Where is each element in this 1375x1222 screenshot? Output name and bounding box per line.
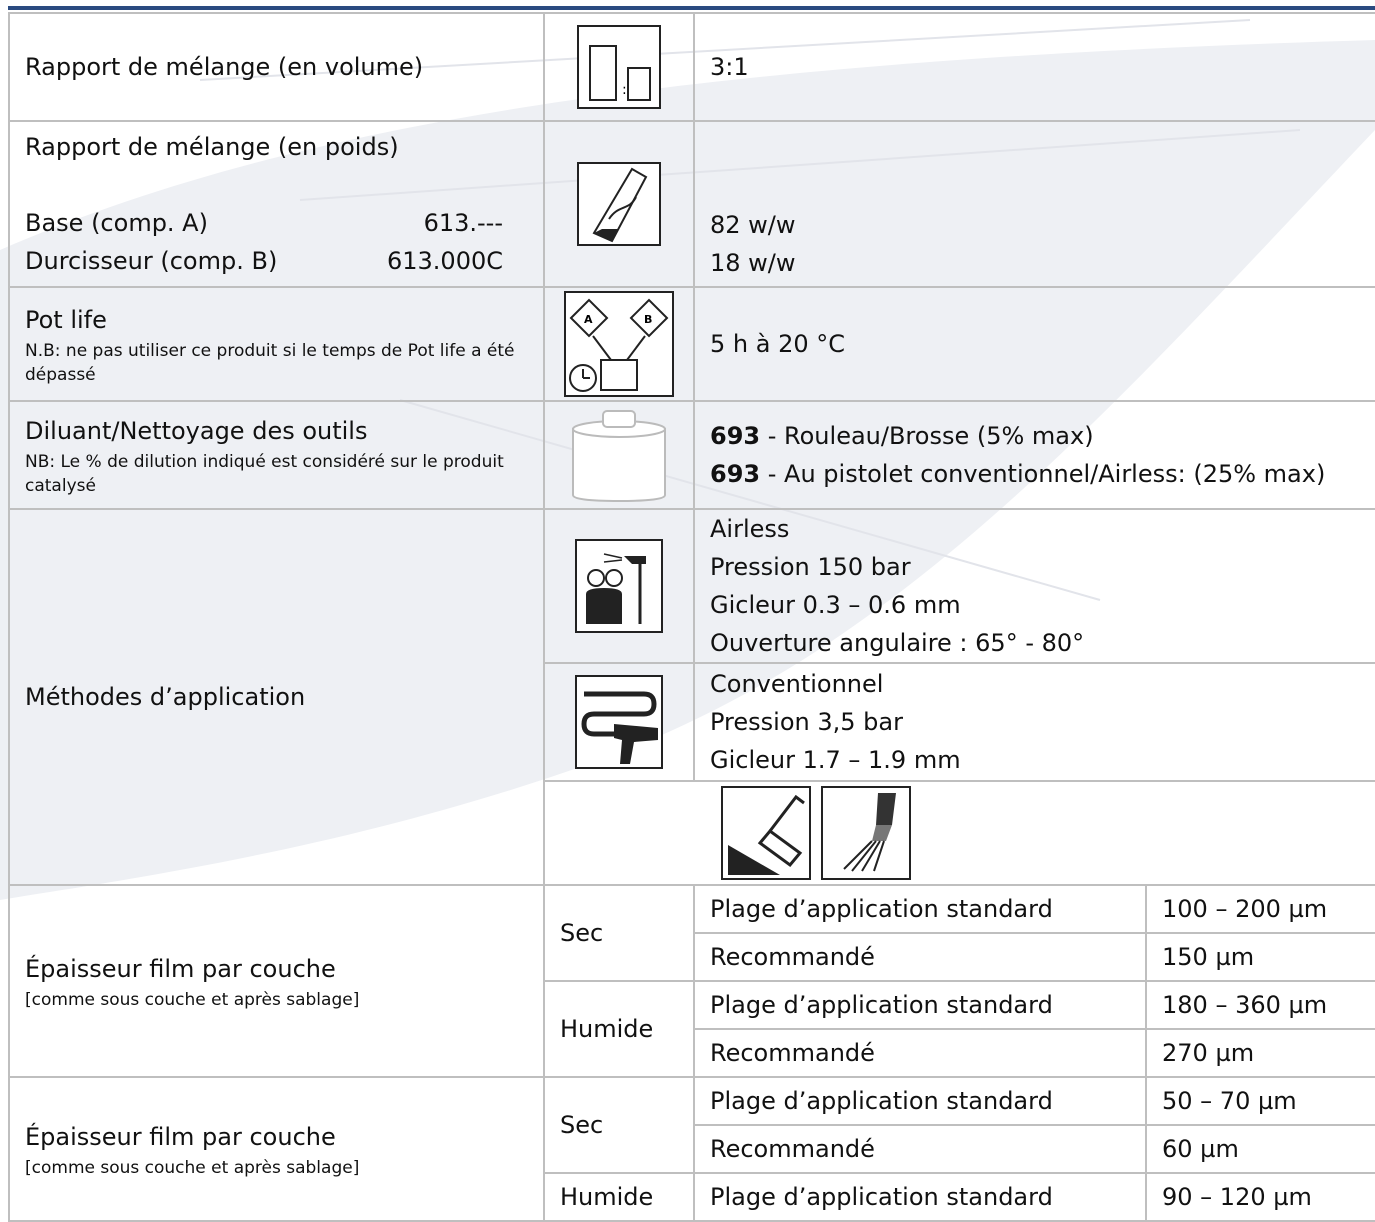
airless-line-4: Ouverture angulaire : 65° - 80°	[710, 629, 1085, 657]
thickness2-dry-rec-value: 60 µm	[1145, 1124, 1375, 1174]
thickness2-wet-label: Humide	[543, 1172, 695, 1222]
thickness2-dry-rec-name: Recommandé	[693, 1124, 1147, 1174]
header-rule	[8, 6, 1375, 10]
row-pot-life: Pot life N.B: ne pas utiliser ce produit…	[8, 286, 1375, 402]
airless-spray-icon	[543, 508, 695, 664]
base-label: Base (comp. A)	[25, 209, 208, 237]
spec-sheet: Rapport de mélange (en volume) : 3:1 Rap…	[8, 12, 1375, 1222]
header-bar	[8, 0, 1375, 12]
airless-line-1: Airless	[710, 515, 790, 543]
tools-cell	[543, 780, 1375, 886]
conventional-line-3: Gicleur 1.7 – 1.9 mm	[710, 746, 961, 774]
hardener-row: Durcisseur (comp. B) 613.000C	[25, 242, 542, 280]
row-mix-weight: Rapport de mélange (en poids) Base (comp…	[8, 120, 1375, 288]
thinner-label: Diluant/Nettoyage des outils	[25, 417, 368, 445]
application-table: Rapport de mélange (en volume) : 3:1 Rap…	[8, 12, 1375, 1222]
thickness2-note: [comme sous couche et après sablage]	[25, 1158, 360, 1178]
mix-weight-label: Rapport de mélange (en poids)	[25, 133, 399, 161]
pot-life-cell: Pot life N.B: ne pas utiliser ce produit…	[8, 286, 545, 402]
row-methods-airless: Méthodes d’application Airless Pression …	[8, 508, 1375, 886]
thickness1-wet-std-name: Plage d’application standard	[693, 980, 1147, 1030]
mix-volume-value: 3:1	[693, 12, 1375, 122]
airless-line-3: Gicleur 0.3 – 0.6 mm	[710, 591, 961, 619]
row-mix-volume: Rapport de mélange (en volume) : 3:1	[8, 12, 1375, 122]
base-value: 82 w/w	[710, 211, 796, 239]
conventional-values: Conventionnel Pression 3,5 bar Gicleur 1…	[693, 662, 1375, 782]
airless-line-2: Pression 150 bar	[710, 553, 911, 581]
hardener-label: Durcisseur (comp. B)	[25, 247, 278, 275]
thinner-note: NB: Le % de dilution indiqué est considé…	[25, 452, 504, 496]
base-code: 613.---	[423, 209, 503, 237]
svg-text::: :	[622, 82, 627, 98]
brush-icon	[821, 786, 911, 880]
thinner-values: 693 - Rouleau/Brosse (5% max) 693 - Au p…	[693, 400, 1375, 510]
thickness1-label: Épaisseur film par couche	[25, 955, 336, 983]
svg-text:A: A	[584, 313, 593, 326]
pot-life-value: 5 h à 20 °C	[693, 286, 1375, 402]
row-thinner: Diluant/Nettoyage des outils NB: Le % de…	[8, 400, 1375, 510]
thinner-line-1-code: 693	[710, 422, 761, 450]
pot-life-note: N.B: ne pas utiliser ce produit si le te…	[25, 341, 515, 385]
mix-volume-label: Rapport de mélange (en volume)	[8, 12, 545, 122]
svg-text:B: B	[644, 313, 652, 326]
methods-label: Méthodes d’application	[8, 508, 545, 886]
airless-values: Airless Pression 150 bar Gicleur 0.3 – 0…	[693, 508, 1375, 664]
thinner-line-2-code: 693	[710, 460, 761, 488]
row-thickness1-dry-std: Épaisseur film par couche [comme sous co…	[8, 884, 1375, 1078]
hardener-value: 18 w/w	[710, 249, 796, 277]
thickness1-cell: Épaisseur film par couche [comme sous co…	[8, 884, 545, 1078]
thickness1-wet-rec-value: 270 µm	[1145, 1028, 1375, 1078]
thickness2-dry-std-value: 50 – 70 µm	[1145, 1076, 1375, 1126]
weight-ratio-icon	[543, 120, 695, 288]
thickness2-dry-label: Sec	[543, 1076, 695, 1174]
hardener-code: 613.000C	[386, 247, 503, 275]
thinner-line-1: 693 - Rouleau/Brosse (5% max)	[710, 417, 1374, 455]
thickness1-dry-std-value: 100 – 200 µm	[1145, 884, 1375, 934]
tools-icons	[546, 785, 1374, 881]
thinner-can-icon	[543, 400, 695, 510]
thinner-cell: Diluant/Nettoyage des outils NB: Le % de…	[8, 400, 545, 510]
pot-life-label: Pot life	[25, 306, 107, 334]
thickness1-dry-label: Sec	[543, 884, 695, 982]
mix-weight-cell: Rapport de mélange (en poids) Base (comp…	[8, 120, 545, 288]
thickness1-dry-rec-value: 150 µm	[1145, 932, 1375, 982]
thickness1-wet-std-value: 180 – 360 µm	[1145, 980, 1375, 1030]
mix-weight-values: 82 w/w 18 w/w	[693, 120, 1375, 288]
row-thickness2-dry-std: Épaisseur film par couche [comme sous co…	[8, 1076, 1375, 1222]
base-row: Base (comp. A) 613.---	[25, 204, 542, 242]
volume-ratio-icon: :	[543, 12, 695, 122]
thickness1-dry-rec-name: Recommandé	[693, 932, 1147, 982]
thinner-line-2-text: - Au pistolet conventionnel/Airless: (25…	[760, 460, 1326, 488]
thickness2-wet-std-value: 90 – 120 µm	[1145, 1172, 1375, 1222]
conventional-spray-icon	[543, 662, 695, 782]
roller-icon	[721, 786, 811, 880]
thinner-line-1-text: - Rouleau/Brosse (5% max)	[760, 422, 1094, 450]
thickness1-note: [comme sous couche et après sablage]	[25, 990, 360, 1010]
pot-life-icon: A B	[543, 286, 695, 402]
thickness2-label: Épaisseur film par couche	[25, 1123, 336, 1151]
conventional-line-1: Conventionnel	[710, 670, 884, 698]
thickness2-dry-std-name: Plage d’application standard	[693, 1076, 1147, 1126]
thickness1-wet-label: Humide	[543, 980, 695, 1078]
thinner-line-2: 693 - Au pistolet conventionnel/Airless:…	[710, 455, 1374, 493]
conventional-line-2: Pression 3,5 bar	[710, 708, 903, 736]
thickness1-dry-std-name: Plage d’application standard	[693, 884, 1147, 934]
thickness2-wet-std-name: Plage d’application standard	[693, 1172, 1147, 1222]
thickness2-cell: Épaisseur film par couche [comme sous co…	[8, 1076, 545, 1222]
thickness1-wet-rec-name: Recommandé	[693, 1028, 1147, 1078]
